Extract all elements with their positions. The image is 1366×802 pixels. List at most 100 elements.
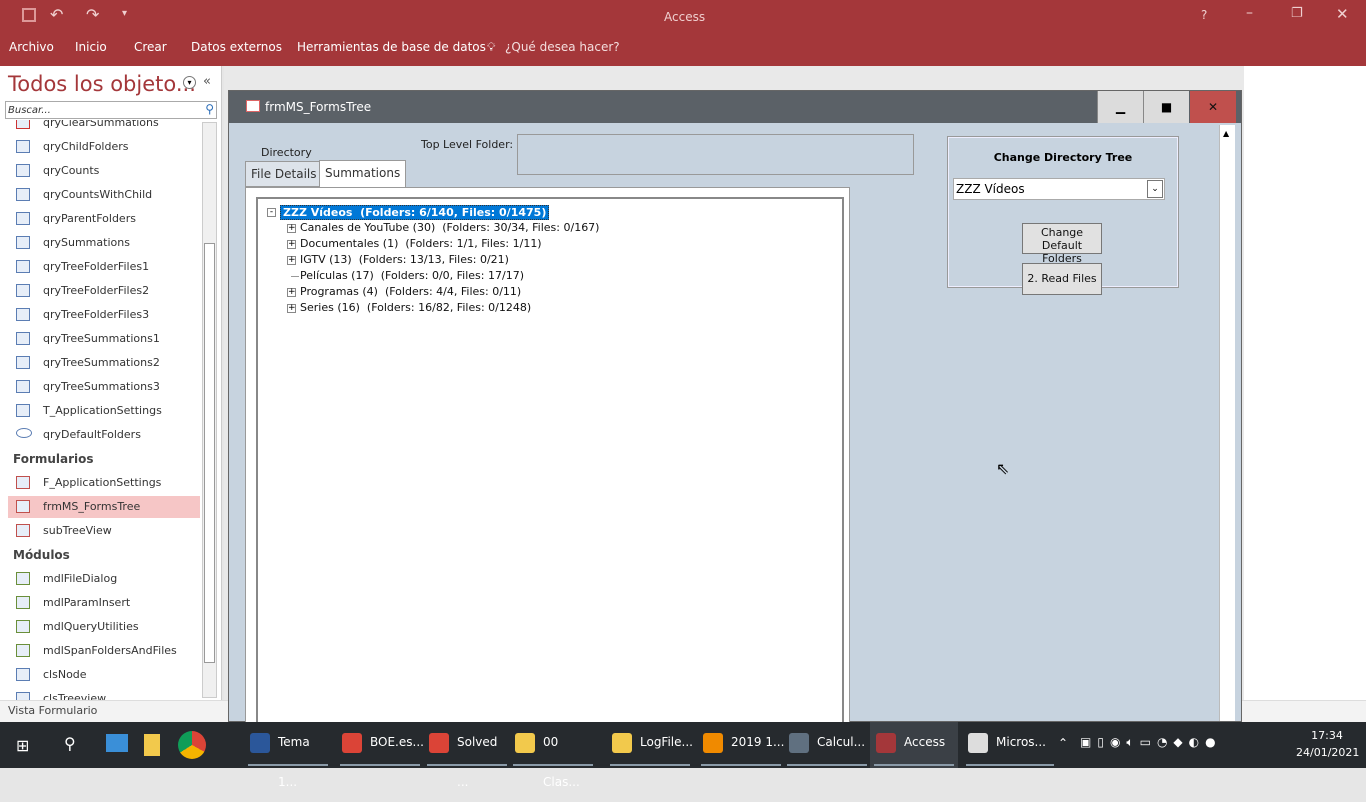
computer-icon[interactable]	[106, 734, 128, 752]
taskbar-item[interactable]: Calcul...	[783, 722, 871, 768]
directory-combo[interactable]: ZZZ Vídeos ⌄	[953, 178, 1165, 200]
form-scrollbar[interactable]: ▲	[1219, 125, 1235, 721]
taskbar-item[interactable]: Tema 1...	[244, 722, 332, 789]
folder-icon[interactable]	[144, 734, 160, 756]
tab-herramientas[interactable]: Herramientas de base de datos	[297, 40, 486, 54]
clock-date[interactable]: 24/01/2021	[1296, 746, 1359, 759]
nav-item[interactable]: T_ApplicationSettings	[8, 400, 200, 422]
taskbar-item[interactable]: Solved ...	[423, 722, 511, 789]
chevron-down-icon[interactable]: ⌄	[1147, 180, 1163, 198]
nav-item-label: mdlQueryUtilities	[43, 620, 139, 633]
nav-item[interactable]: F_ApplicationSettings	[8, 472, 200, 494]
nav-item[interactable]: qryCountsWithChild	[8, 184, 200, 206]
change-tree-panel: Change Directory Tree ZZZ Vídeos ⌄ Chang…	[947, 136, 1179, 295]
tree-node[interactable]: Documentales (1) (Folders: 1/1, Files: 1…	[300, 237, 542, 250]
search-icon[interactable]: ⚲	[205, 102, 214, 116]
taskbar-item[interactable]: Micros...	[962, 722, 1058, 768]
top-level-field[interactable]	[517, 134, 914, 175]
start-icon[interactable]: ⊞	[16, 736, 29, 755]
expand-icon[interactable]: +	[287, 240, 296, 249]
nav-item[interactable]: qryTreeFolderFiles2	[8, 280, 200, 302]
nav-item[interactable]: qryTreeSummations3	[8, 376, 200, 398]
nav-item[interactable]: qryCounts	[8, 160, 200, 182]
taskbar-item[interactable]: 00 Clas...	[509, 722, 597, 789]
tab-crear[interactable]: Crear	[134, 40, 167, 54]
nav-item[interactable]: mdlFileDialog	[8, 568, 200, 590]
form-maximize-button[interactable]: ■	[1143, 91, 1189, 123]
nav-item[interactable]: mdlSpanFoldersAndFiles	[8, 640, 200, 662]
nav-item[interactable]: qryTreeSummations1	[8, 328, 200, 350]
expand-icon[interactable]: +	[287, 288, 296, 297]
nav-item[interactable]: subTreeView	[8, 520, 200, 542]
expand-icon[interactable]: +	[287, 256, 296, 265]
nav-menu-icon[interactable]: ▾	[183, 76, 196, 89]
tab-file-details[interactable]: File Details	[245, 161, 323, 187]
tree-node[interactable]: IGTV (13) (Folders: 13/13, Files: 0/21)	[300, 253, 509, 266]
tree-view[interactable]: - ZZZ Vídeos (Folders: 6/140, Files: 0/1…	[256, 197, 844, 727]
nav-item[interactable]: qryTreeFolderFiles3	[8, 304, 200, 326]
nav-group-módulos[interactable]: Módulos	[13, 548, 70, 562]
nav-group-formularios[interactable]: Formularios	[13, 452, 94, 466]
nav-item[interactable]: frmMS_FormsTree	[8, 496, 200, 518]
nav-item[interactable]: clsTreeview	[8, 688, 200, 700]
nav-scrollbar[interactable]	[202, 122, 217, 698]
taskbar-item[interactable]: 2019 1...	[697, 722, 785, 768]
tab-archivo[interactable]: Archivo	[9, 40, 54, 54]
navigation-pane: Todos los objeto... ▾ « Buscar... ⚲ qryC…	[0, 66, 222, 700]
save-icon[interactable]	[22, 8, 36, 22]
form-title-bar[interactable]: frmMS_FormsTree ▁ ■ ✕	[229, 91, 1241, 123]
nav-item[interactable]: qryTreeSummations2	[8, 352, 200, 374]
restore-icon[interactable]: ❐	[1291, 6, 1303, 21]
nav-item[interactable]: qryTreeFolderFiles1	[8, 256, 200, 278]
clock-time[interactable]: 17:34	[1296, 729, 1358, 742]
undo-icon[interactable]: ↶	[50, 5, 63, 24]
ribbon-tabs: Archivo Inicio Crear Datos externos Herr…	[0, 33, 1366, 66]
tree-node[interactable]: Programas (4) (Folders: 4/4, Files: 0/11…	[300, 285, 521, 298]
chrome-icon[interactable]	[178, 731, 206, 759]
nav-title[interactable]: Todos los objeto...	[8, 72, 196, 96]
nav-item[interactable]: qryChildFolders	[8, 136, 200, 158]
close-icon[interactable]: ✕	[1336, 5, 1349, 23]
expand-icon[interactable]: +	[287, 304, 296, 313]
collapse-nav-icon[interactable]: «	[203, 74, 211, 89]
tab-summations[interactable]: Summations	[319, 160, 407, 188]
nav-item-label: qryCountsWithChild	[43, 188, 153, 201]
read-files-button[interactable]: 2. Read Files	[1022, 263, 1102, 295]
tell-me-input[interactable]: ¿Qué desea hacer?	[505, 40, 620, 54]
nav-item[interactable]: clsNode	[8, 664, 200, 686]
top-level-label: Top Level Folder:	[421, 138, 514, 151]
nav-item[interactable]: mdlQueryUtilities	[8, 616, 200, 638]
form-minimize-button[interactable]: ▁	[1097, 91, 1143, 123]
redo-icon[interactable]: ↷	[86, 5, 99, 24]
show-hidden-icons[interactable]: ⌃	[1058, 736, 1068, 750]
tray-icons[interactable]: ▣▯◉🔈︎▭◔◆◐●	[1080, 735, 1222, 750]
customize-icon[interactable]: ▾	[122, 8, 127, 19]
help-button[interactable]: ?	[1201, 8, 1207, 22]
taskbar-item-label: Tema 1...	[278, 735, 310, 789]
form-close-button[interactable]: ✕	[1190, 91, 1236, 123]
minimize-icon[interactable]: –	[1246, 5, 1253, 21]
search-icon[interactable]: ⚲	[64, 734, 76, 753]
nav-item[interactable]: qryParentFolders	[8, 208, 200, 230]
query-icon	[16, 332, 30, 345]
nav-item-label: subTreeView	[43, 524, 112, 537]
scroll-up-icon[interactable]: ▲	[1220, 129, 1229, 138]
tree-root[interactable]: ZZZ Vídeos (Folders: 6/140, Files: 0/147…	[280, 205, 550, 220]
taskbar-item[interactable]: BOE.es...	[336, 722, 424, 768]
nav-item[interactable]: qrySummations	[8, 232, 200, 254]
tab-datos-externos[interactable]: Datos externos	[191, 40, 282, 54]
nav-item[interactable]: qryClearSummations	[8, 120, 200, 134]
scrollbar-thumb[interactable]	[204, 243, 215, 663]
taskbar-item[interactable]: Access	[870, 722, 958, 768]
taskbar-item[interactable]: LogFile...	[606, 722, 694, 768]
nav-item[interactable]: qryDefaultFolders	[8, 424, 200, 446]
search-input[interactable]: Buscar...	[6, 105, 51, 116]
tree-node[interactable]: Series (16) (Folders: 16/82, Files: 0/12…	[300, 301, 531, 314]
tree-node[interactable]: Canales de YouTube (30) (Folders: 30/34,…	[300, 221, 599, 234]
change-default-folders-button[interactable]: Change Default Folders	[1022, 223, 1102, 265]
nav-item[interactable]: mdlParamInsert	[8, 592, 200, 614]
collapse-icon[interactable]: -	[267, 208, 276, 217]
tab-inicio[interactable]: Inicio	[75, 40, 107, 54]
tree-node[interactable]: Películas (17) (Folders: 0/0, Files: 17/…	[300, 269, 524, 282]
expand-icon[interactable]: +	[287, 224, 296, 233]
